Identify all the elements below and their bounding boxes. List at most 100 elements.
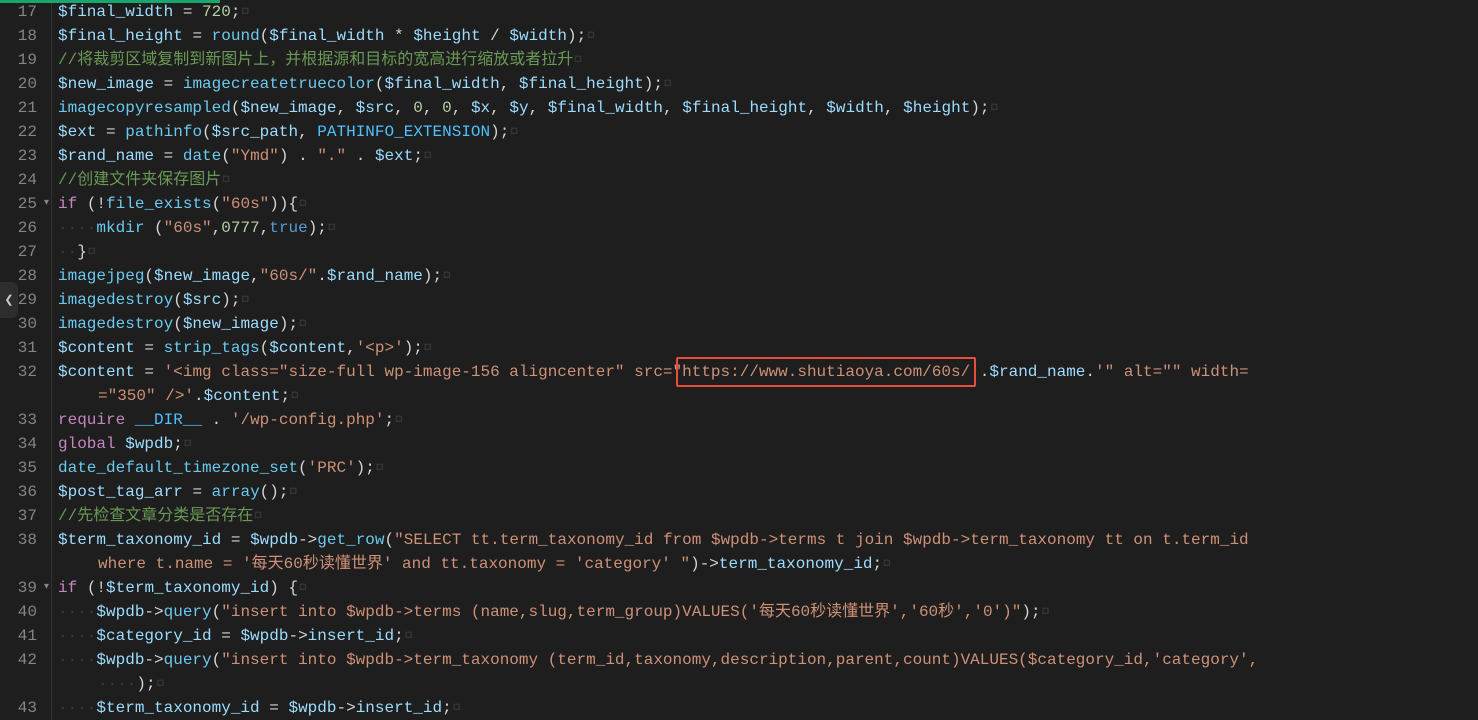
token-op: . xyxy=(1085,363,1095,381)
token-var: $wpdb xyxy=(96,603,144,621)
token-ws xyxy=(183,27,193,45)
token-ws xyxy=(221,411,231,429)
token-punct: , xyxy=(212,219,222,237)
token-var: $src xyxy=(183,291,221,309)
line-number-wrap xyxy=(10,672,37,696)
code-line-wrap[interactable]: ····);¤ xyxy=(58,672,1472,696)
line-number[interactable]: 25 xyxy=(10,192,37,216)
code-line[interactable]: require __DIR__ . '/wp-config.php';¤ xyxy=(58,408,1472,432)
line-number-wrap xyxy=(10,552,37,576)
code-line[interactable]: imagejpeg($new_image,"60s/".$rand_name);… xyxy=(58,264,1472,288)
token-punct: , xyxy=(298,123,308,141)
code-line[interactable]: ····$wpdb->query("insert into $wpdb->ter… xyxy=(58,648,1472,672)
token-str: "Ymd" xyxy=(231,147,279,165)
code-line[interactable]: imagecopyresampled($new_image, $src, 0, … xyxy=(58,96,1472,120)
token-eol: ¤ xyxy=(375,459,385,477)
sidebar-collapsed-tab[interactable]: ❮ xyxy=(0,282,18,318)
line-number[interactable]: 35 xyxy=(10,456,37,480)
line-number[interactable]: 40 xyxy=(10,600,37,624)
code-line[interactable]: $content = '<img class="size-full wp-ima… xyxy=(58,360,1472,384)
code-line[interactable]: imagedestroy($new_image);¤ xyxy=(58,312,1472,336)
token-eol: ¤ xyxy=(423,339,433,357)
token-op: -> xyxy=(144,651,163,669)
code-line[interactable]: $term_taxonomy_id = $wpdb->get_row("SELE… xyxy=(58,528,1472,552)
token-ws xyxy=(183,483,193,501)
token-punct: ( xyxy=(173,315,183,333)
line-number[interactable]: 39 xyxy=(10,576,37,600)
line-number[interactable]: 43 xyxy=(10,696,37,720)
code-line[interactable]: $ext = pathinfo($src_path, PATHINFO_EXTE… xyxy=(58,120,1472,144)
code-editor[interactable]: 17181920212223242526272829303132 3334353… xyxy=(0,0,1478,720)
line-number[interactable]: 17 xyxy=(10,0,37,24)
token-ws xyxy=(144,219,154,237)
token-str: where t.name = '每天60秒读懂世界' and tt.taxono… xyxy=(98,555,690,573)
token-var: $final_width xyxy=(384,75,499,93)
code-area[interactable]: $final_width = 720;¤$final_height = roun… xyxy=(52,0,1478,720)
line-number[interactable]: 19 xyxy=(10,48,37,72)
token-ws xyxy=(135,339,145,357)
code-line[interactable]: //将裁剪区域复制到新图片上，并根据源和目标的宽高进行缩放或者拉升¤ xyxy=(58,48,1472,72)
token-var: $wpdb xyxy=(288,699,336,717)
code-line[interactable]: $rand_name = date("Ymd") . "." . $ext;¤ xyxy=(58,144,1472,168)
line-number[interactable]: 37 xyxy=(10,504,37,528)
code-line[interactable]: global $wpdb;¤ xyxy=(58,432,1472,456)
token-const: PATHINFO_EXTENSION xyxy=(317,123,490,141)
line-number[interactable]: 23 xyxy=(10,144,37,168)
token-eol: ¤ xyxy=(253,507,263,525)
line-number[interactable]: 34 xyxy=(10,432,37,456)
token-eol: ¤ xyxy=(298,579,308,597)
line-number[interactable]: 38 xyxy=(10,528,37,552)
token-str: ="350" />' xyxy=(98,387,194,405)
line-number[interactable]: 36 xyxy=(10,480,37,504)
token-punct: , xyxy=(490,99,500,117)
line-number[interactable]: 26 xyxy=(10,216,37,240)
token-num: 0 xyxy=(413,99,423,117)
line-number[interactable]: 41 xyxy=(10,624,37,648)
line-number[interactable]: 27 xyxy=(10,240,37,264)
code-line[interactable]: if (!$term_taxonomy_id) {¤ xyxy=(58,576,1472,600)
token-num: 0 xyxy=(442,99,452,117)
code-line[interactable]: $final_height = round($final_width * $he… xyxy=(58,24,1472,48)
token-ws: ···· xyxy=(98,675,136,693)
line-number-wrap xyxy=(10,384,37,408)
line-number-gutter[interactable]: 17181920212223242526272829303132 3334353… xyxy=(0,0,52,720)
line-number[interactable]: 42 xyxy=(10,648,37,672)
line-number[interactable]: 20 xyxy=(10,72,37,96)
token-num: 0777 xyxy=(221,219,259,237)
token-var: insert_id xyxy=(308,627,394,645)
line-number[interactable]: 24 xyxy=(10,168,37,192)
code-line[interactable]: if (!file_exists("60s")){¤ xyxy=(58,192,1472,216)
code-line[interactable]: //创建文件夹保存图片¤ xyxy=(58,168,1472,192)
token-op: = xyxy=(231,531,241,549)
line-number[interactable]: 21 xyxy=(10,96,37,120)
code-line[interactable]: ····mkdir ("60s",0777,true);¤ xyxy=(58,216,1472,240)
code-line[interactable]: //先检查文章分类是否存在¤ xyxy=(58,504,1472,528)
line-number[interactable]: 18 xyxy=(10,24,37,48)
token-ws: ···· xyxy=(58,699,96,717)
token-comment: //先检查文章分类是否存在 xyxy=(58,507,253,525)
code-line[interactable]: ····$category_id = $wpdb->insert_id;¤ xyxy=(58,624,1472,648)
code-line[interactable]: date_default_timezone_set('PRC');¤ xyxy=(58,456,1472,480)
token-eol: ¤ xyxy=(240,3,250,21)
code-line[interactable]: $content = strip_tags($content,'<p>');¤ xyxy=(58,336,1472,360)
token-var: $new_image xyxy=(154,267,250,285)
token-punct: ( xyxy=(173,291,183,309)
line-number[interactable]: 32 xyxy=(10,360,37,384)
code-line[interactable]: $post_tag_arr = array();¤ xyxy=(58,480,1472,504)
code-line[interactable]: $final_width = 720;¤ xyxy=(58,0,1472,24)
code-line[interactable]: ····$term_taxonomy_id = $wpdb->insert_id… xyxy=(58,696,1472,720)
code-line-wrap[interactable]: where t.name = '每天60秒读懂世界' and tt.taxono… xyxy=(58,552,1472,576)
token-fn: mkdir xyxy=(96,219,144,237)
token-punct: ( xyxy=(87,195,97,213)
token-op: . xyxy=(194,387,204,405)
line-number[interactable]: 22 xyxy=(10,120,37,144)
code-line[interactable]: imagedestroy($src);¤ xyxy=(58,288,1472,312)
line-number[interactable]: 31 xyxy=(10,336,37,360)
code-line-wrap[interactable]: ="350" />'.$content;¤ xyxy=(58,384,1472,408)
token-punct: , xyxy=(452,99,462,117)
code-line[interactable]: $new_image = imagecreatetruecolor($final… xyxy=(58,72,1472,96)
code-line[interactable]: ····$wpdb->query("insert into $wpdb->ter… xyxy=(58,600,1472,624)
code-line[interactable]: ··}¤ xyxy=(58,240,1472,264)
token-op: . xyxy=(317,267,327,285)
line-number[interactable]: 33 xyxy=(10,408,37,432)
